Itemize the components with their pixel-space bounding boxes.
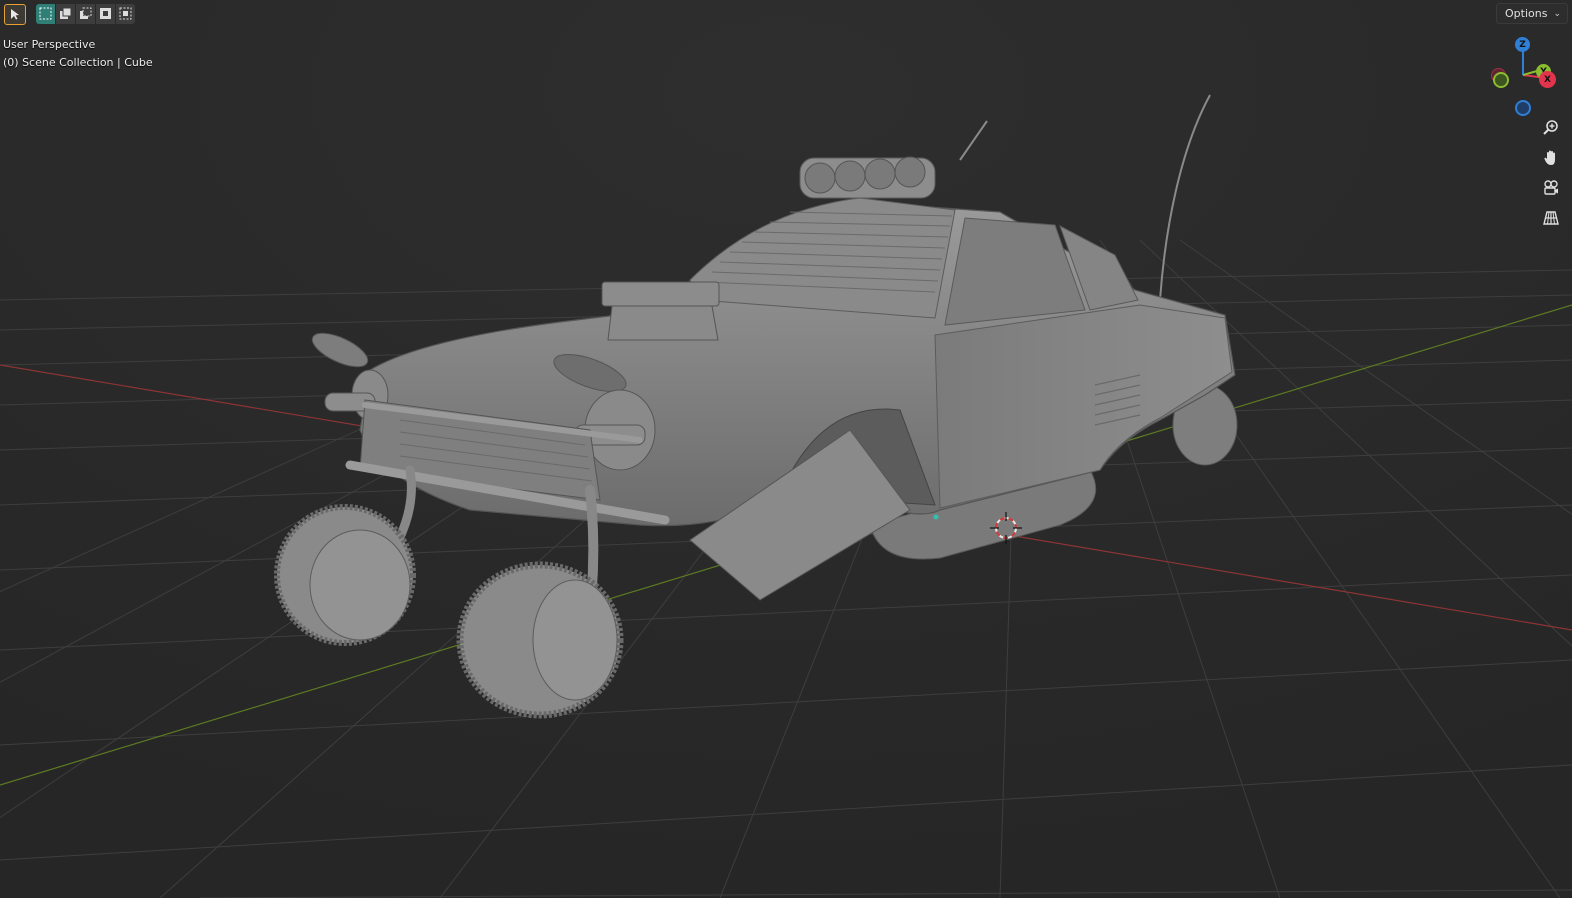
zoom-button[interactable]: [1537, 118, 1564, 142]
hand-icon: [1542, 149, 1560, 171]
selection-mode-group: [36, 4, 135, 24]
perspective-grid-icon: [1542, 209, 1560, 231]
viewport-canvas[interactable]: [0, 0, 1572, 898]
select-mode-toolbar: [4, 3, 135, 25]
options-dropdown[interactable]: Options ⌄: [1496, 3, 1568, 24]
gizmo-z-axis[interactable]: Z: [1515, 37, 1530, 52]
view-name: User Perspective: [3, 38, 96, 51]
toggle-projection-button[interactable]: [1537, 208, 1564, 232]
box-select-intersect-icon: [119, 5, 132, 24]
box-select-invert-icon: [99, 5, 112, 24]
select-subtract-button[interactable]: [76, 4, 95, 24]
box-select-extend-icon: [59, 5, 72, 24]
camera-icon: [1542, 179, 1560, 201]
chevron-down-icon: ⌄: [1553, 8, 1561, 19]
gizmo-x-label: X: [1544, 74, 1551, 85]
zoom-icon: [1542, 119, 1560, 141]
select-new-button[interactable]: [36, 4, 55, 24]
3d-viewport[interactable]: [0, 0, 1572, 898]
select-intersect-button[interactable]: [116, 4, 135, 24]
cursor-arrow-icon: [9, 5, 21, 24]
select-invert-button[interactable]: [96, 4, 115, 24]
navigation-gizmo[interactable]: Z Y X: [1488, 34, 1568, 116]
box-select-new-icon: [39, 5, 52, 24]
select-extend-button[interactable]: [56, 4, 75, 24]
viewport-navigation-tools: [1537, 118, 1564, 232]
select-tool-button[interactable]: [4, 3, 26, 25]
pan-button[interactable]: [1537, 148, 1564, 172]
gizmo-x-axis[interactable]: X: [1539, 71, 1556, 88]
object-origin: [933, 514, 939, 520]
collection-info: (0) Scene Collection | Cube: [3, 56, 153, 69]
gizmo-neg-y-axis[interactable]: [1493, 72, 1509, 88]
camera-view-button[interactable]: [1537, 178, 1564, 202]
options-label: Options: [1505, 7, 1548, 20]
viewport-info: User Perspective (0) Scene Collection | …: [3, 36, 153, 72]
gizmo-neg-z-axis[interactable]: [1515, 100, 1531, 116]
gizmo-z-label: Z: [1519, 39, 1526, 50]
box-select-subtract-icon: [79, 5, 92, 24]
